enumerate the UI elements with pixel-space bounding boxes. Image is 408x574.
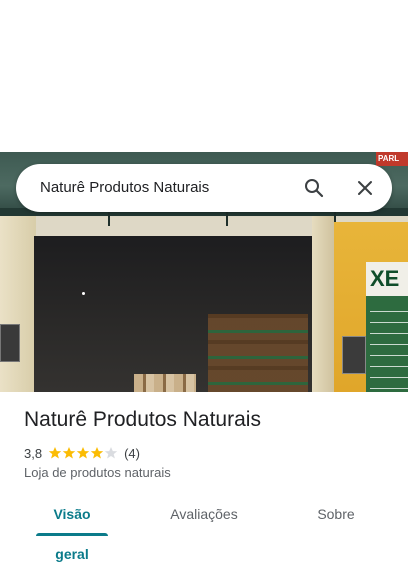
rating-row[interactable]: 3,8 (4) (24, 444, 140, 462)
top-blank-area (0, 0, 408, 152)
tab-overview[interactable]: Visão geral (36, 494, 108, 562)
star-filled-icon (76, 447, 90, 459)
place-tabs: Visão geral Avaliações Sobre (0, 494, 408, 562)
banner-text-lines (370, 304, 408, 392)
rating-stars (48, 446, 118, 460)
review-count[interactable]: (4) (124, 446, 140, 461)
star-empty-icon (104, 447, 118, 459)
rating-value: 3,8 (24, 445, 43, 461)
electric-meter-right (342, 336, 366, 374)
star-filled-icon (48, 447, 62, 459)
search-input[interactable]: Naturê Produtos Naturais (40, 164, 209, 212)
star-filled-icon (62, 447, 76, 459)
pillar (312, 216, 334, 392)
search-bar[interactable]: Naturê Produtos Naturais (16, 164, 392, 212)
tab-reviews[interactable]: Avaliações (164, 494, 244, 534)
ceiling-light (82, 292, 85, 295)
banner-sign-text: XE (366, 262, 408, 296)
search-icon (305, 179, 324, 198)
tab-about[interactable]: Sobre (312, 494, 360, 534)
corner-sign: PARL (376, 152, 408, 166)
star-filled-icon (90, 447, 104, 459)
store-shelf (208, 314, 308, 392)
place-category[interactable]: Loja de produtos naturais (24, 465, 171, 480)
active-tab-indicator (36, 533, 108, 536)
search-button[interactable] (298, 172, 330, 204)
wall-left (0, 216, 36, 392)
clear-search-button[interactable] (349, 172, 381, 204)
electric-meter-left (0, 324, 20, 362)
close-icon (358, 181, 372, 195)
product-counter (134, 374, 196, 392)
place-title: Naturê Produtos Naturais (24, 408, 261, 431)
